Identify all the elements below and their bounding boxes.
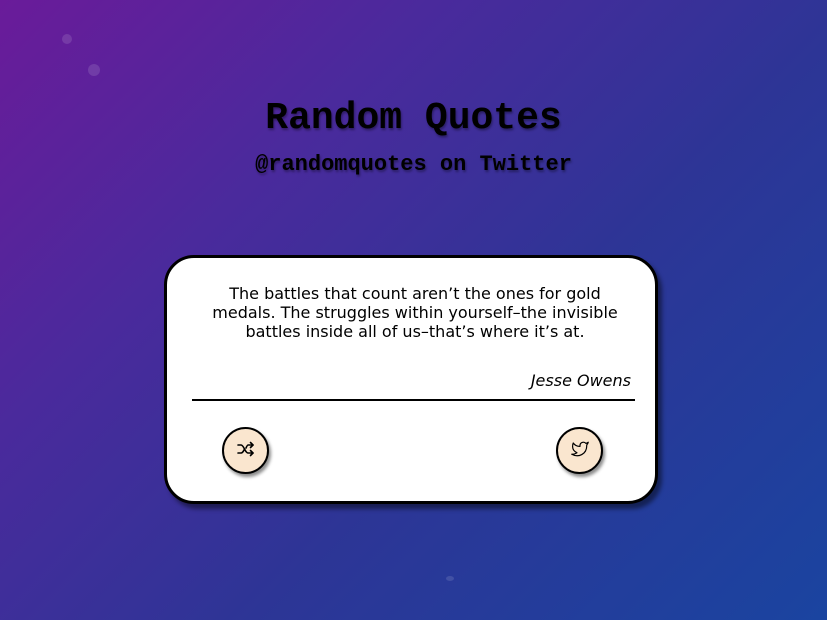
background-decoration <box>446 576 454 581</box>
quote-author: Jesse Owens <box>530 371 631 390</box>
quote-card: The battles that count aren’t the ones f… <box>164 255 658 504</box>
page-title: Random Quotes <box>265 97 562 140</box>
shuffle-icon <box>236 441 255 461</box>
new-quote-button[interactable] <box>222 427 269 474</box>
page-subtitle: @randomquotes on Twitter <box>255 152 572 177</box>
background-decoration <box>62 34 72 44</box>
background-decoration <box>88 64 100 76</box>
tweet-button[interactable] <box>556 427 603 474</box>
quote-text: The battles that count aren’t the ones f… <box>212 284 618 341</box>
page-header: Random Quotes @randomquotes on Twitter <box>0 96 827 178</box>
twitter-icon <box>570 440 590 462</box>
divider <box>192 399 635 401</box>
